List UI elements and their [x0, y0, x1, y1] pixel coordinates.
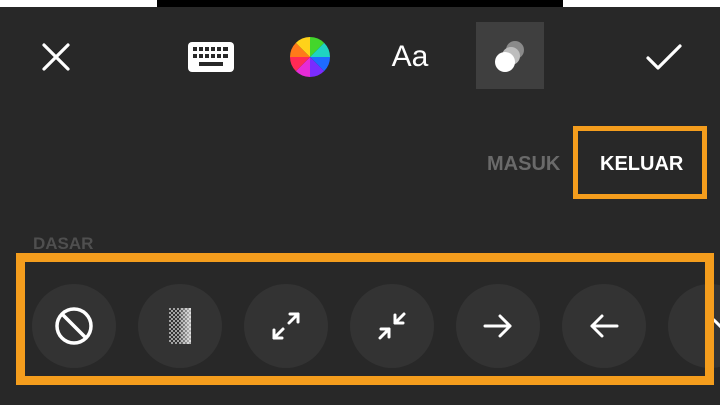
animation-button[interactable] [476, 22, 544, 89]
keluar-highlight-box [573, 126, 707, 199]
keyboard-icon [188, 42, 234, 72]
color-wheel-icon [290, 37, 330, 77]
font-button[interactable]: Aa [380, 29, 440, 85]
keyboard-button[interactable] [183, 29, 239, 85]
animation-options-highlight-box [16, 253, 714, 385]
section-label-dasar: DASAR [33, 234, 94, 253]
color-button[interactable] [282, 29, 338, 85]
font-label: Aa [391, 40, 429, 73]
done-button[interactable] [636, 29, 692, 85]
status-bar-notch [157, 0, 563, 7]
animation-icon [495, 40, 524, 72]
close-button[interactable] [28, 29, 84, 85]
tab-masuk[interactable]: MASUK [487, 152, 560, 176]
checkmark-icon [646, 44, 682, 70]
close-icon [42, 43, 70, 71]
text-animation-editor: Aa MASUK KELUAR DASAR [0, 0, 720, 405]
status-bar [0, 0, 720, 7]
